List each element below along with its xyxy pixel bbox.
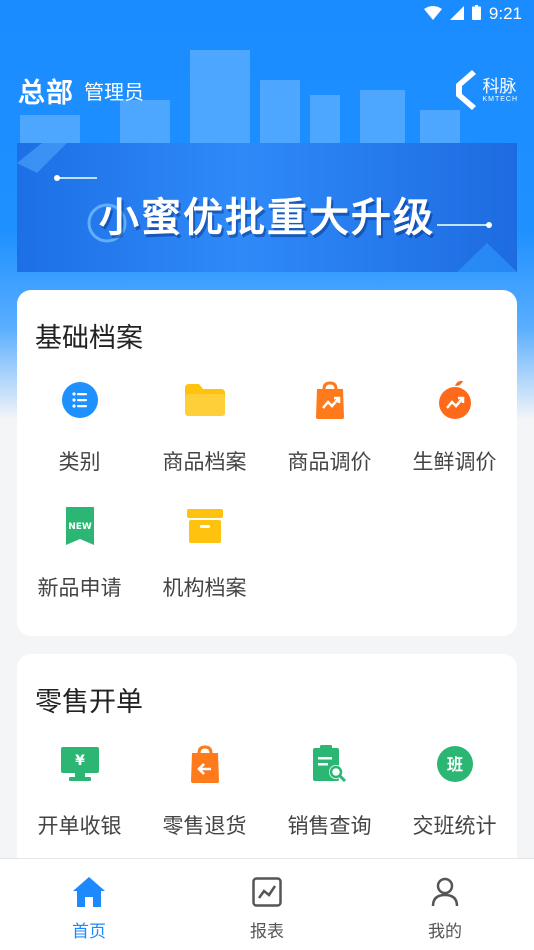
fruit-trend-icon: [435, 380, 475, 420]
banner-title: 小蜜优批重大升级: [99, 195, 435, 241]
shift-glyph: 班: [446, 755, 462, 774]
archive-box-icon: [185, 506, 225, 546]
shift-stats-icon: 班: [435, 744, 475, 784]
menu-item-org-archive[interactable]: 机构档案: [142, 506, 267, 632]
menu-item-shift-stats[interactable]: 班 交班统计: [392, 744, 517, 870]
user-icon: [431, 877, 459, 911]
section-retail-order: 零售开单 ¥ 开单收银 零售退货 销售查询 班 交班统计: [17, 654, 517, 884]
menu-item-label: 开单收银: [37, 814, 122, 838]
tab-label: 我的: [428, 922, 462, 942]
menu-item-label: 类别: [58, 450, 101, 474]
brand-sub: KMTECH: [482, 95, 518, 103]
return-bag-icon: [185, 744, 225, 784]
app-header: 总部 管理员 科脉 KMTECH: [18, 70, 518, 110]
menu-item-label: 新品申请: [37, 576, 122, 600]
cash-register-icon: ¥: [60, 744, 100, 784]
tab-label: 首页: [72, 922, 106, 942]
user-role: 管理员: [84, 79, 144, 104]
menu-item-category[interactable]: 类别: [17, 380, 142, 506]
menu-item-label: 商品调价: [287, 450, 372, 474]
tab-mine[interactable]: 我的: [356, 859, 534, 950]
menu-item-label: 交班统计: [412, 814, 497, 838]
wifi-icon: [423, 5, 442, 24]
list-icon: [60, 380, 100, 420]
org-name[interactable]: 总部: [18, 71, 74, 110]
tab-reports[interactable]: 报表: [178, 859, 356, 950]
shopping-bag-trend-icon: [310, 380, 350, 420]
menu-item-label: 生鲜调价: [412, 450, 497, 474]
menu-item-label: 销售查询: [287, 814, 372, 838]
brand-logo: 科脉 KMTECH: [454, 70, 518, 110]
svg-text:NEW: NEW: [68, 522, 92, 532]
status-time: 9:21: [488, 4, 522, 23]
status-bar: 9:21: [0, 0, 534, 28]
home-icon: [73, 877, 105, 911]
brand-name: 科脉: [482, 76, 517, 97]
chart-icon: [252, 877, 282, 911]
kmtech-logo-icon: [456, 70, 477, 110]
menu-item-label: 零售退货: [162, 814, 247, 838]
signal-icon: [449, 5, 464, 24]
section-title: 零售开单: [35, 687, 143, 718]
menu-item-new-product-request[interactable]: NEW 新品申请: [17, 506, 142, 632]
menu-item-product-price-adjust[interactable]: 商品调价: [267, 380, 392, 506]
menu-item-checkout[interactable]: ¥ 开单收银: [17, 744, 142, 870]
folder-icon: [184, 380, 225, 420]
menu-item-label: 机构档案: [162, 576, 247, 600]
menu-item-retail-return[interactable]: 零售退货: [142, 744, 267, 870]
sales-search-icon: [310, 744, 350, 784]
menu-item-sales-query[interactable]: 销售查询: [267, 744, 392, 870]
tab-home[interactable]: 首页: [0, 859, 178, 950]
promo-banner[interactable]: 小蜜优批重大升级: [17, 143, 517, 272]
tab-label: 报表: [250, 922, 284, 942]
menu-item-fresh-price-adjust[interactable]: 生鲜调价: [392, 380, 517, 506]
battery-icon: [471, 4, 481, 24]
new-badge-icon: NEW: [60, 506, 100, 546]
section-title: 基础档案: [35, 323, 143, 354]
menu-item-label: 商品档案: [162, 450, 247, 474]
menu-grid: 类别 商品档案 商品调价 生鲜调价 NEW 新品申请 机构档案: [17, 380, 517, 632]
svg-text:¥: ¥: [75, 753, 85, 769]
bottom-tab-bar: 首页 报表 我的: [0, 858, 534, 950]
section-basic-archives: 基础档案 类别 商品档案 商品调价 生鲜调价 NEW 新品申请 机构档案: [17, 290, 517, 636]
menu-grid: ¥ 开单收银 零售退货 销售查询 班 交班统计: [17, 744, 517, 870]
menu-item-product-archive[interactable]: 商品档案: [142, 380, 267, 506]
